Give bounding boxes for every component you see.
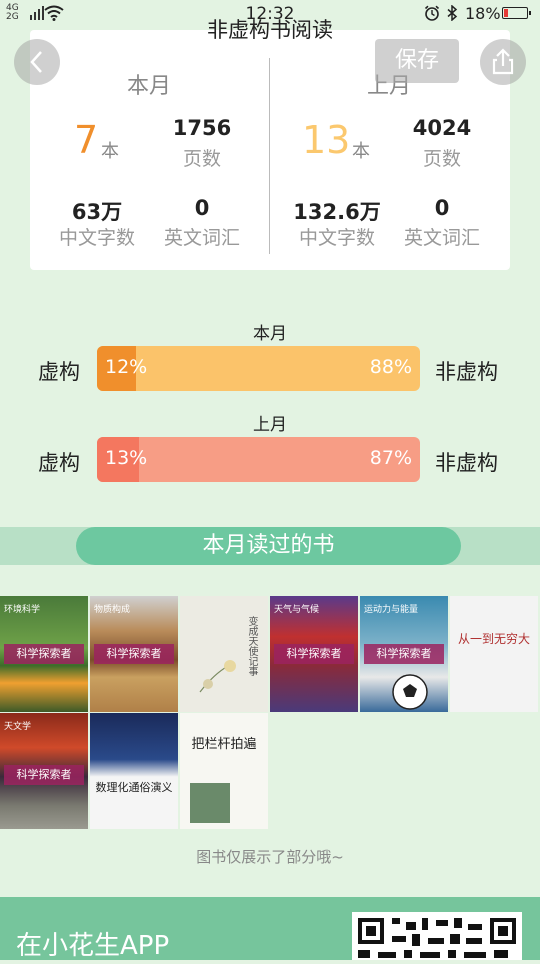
last-month-pages: 4024 xyxy=(412,116,472,140)
last-month-chinese-chars: 132.6万 xyxy=(293,200,381,224)
this-month-english-label: 英文词汇 xyxy=(163,227,240,249)
book-series: 科学探索者 xyxy=(4,765,84,785)
book-series: 科学探索者 xyxy=(4,644,84,664)
last-month-english-label: 英文词汇 xyxy=(403,227,480,249)
last-month-books-unit: 本 xyxy=(352,141,370,162)
last-month-chinese-label: 中文字数 xyxy=(298,227,375,249)
this-month-english-words: 0 xyxy=(194,196,210,220)
this-month-pages-label: 页数 xyxy=(182,148,221,170)
soccer-ball-illustration xyxy=(392,674,428,710)
book-series: 科学探索者 xyxy=(274,644,354,664)
card-divider xyxy=(269,58,270,254)
book-series: 科学探索者 xyxy=(94,644,174,664)
nonfiction-label-last-month: 非虚构 xyxy=(435,451,498,475)
books-section-title: 本月读过的书 xyxy=(76,527,461,565)
fiction-label-this-month: 虚构 xyxy=(38,360,80,384)
back-button[interactable] xyxy=(14,39,60,85)
book-subtitle: 环境科学 xyxy=(4,605,41,615)
ratio-bar-this-month: 12% 88% xyxy=(97,346,420,391)
book-cover[interactable]: 从一到无穷大 xyxy=(450,596,538,712)
share-button[interactable] xyxy=(480,39,526,85)
this-month-chinese-chars: 63万 xyxy=(71,200,123,224)
book-subtitle: 数理化通俗演义 xyxy=(95,781,173,794)
this-month-title: 本月 xyxy=(127,74,172,99)
save-button[interactable]: 保存 xyxy=(375,39,459,83)
nonfiction-percent: 88% xyxy=(369,356,412,378)
ratio-bar-last-month: 13% 87% xyxy=(97,437,420,482)
fiction-percent: 13% xyxy=(105,447,148,469)
flower-illustration xyxy=(199,660,236,693)
last-month-books-count: 13 xyxy=(302,118,351,162)
book-series: 科学探索者 xyxy=(364,644,444,664)
book-subtitle: 物质构成 xyxy=(94,605,131,615)
this-month-chinese-label: 中文字数 xyxy=(58,227,135,249)
book-subtitle: 从一到无穷大 xyxy=(457,632,530,646)
qr-code xyxy=(352,912,522,960)
share-icon xyxy=(492,48,514,75)
page-title: 非虚构书阅读 xyxy=(207,18,333,42)
nonfiction-percent: 87% xyxy=(369,447,412,469)
book-subtitle: 天气与气候 xyxy=(274,605,320,615)
book-cover[interactable]: 运动力与能量 科学探索者 xyxy=(360,596,448,712)
chevron-left-icon xyxy=(30,51,42,73)
qr-code-pattern xyxy=(358,918,516,958)
author-photo xyxy=(190,783,230,823)
book-subtitle: 天文学 xyxy=(4,722,32,732)
book-cover[interactable]: 变成天使记事 xyxy=(180,596,268,712)
books-hint: 图书仅展示了部分哦~ xyxy=(196,848,344,866)
fiction-percent: 12% xyxy=(105,356,148,378)
book-cover[interactable]: 环境科学 科学探索者 xyxy=(0,596,88,712)
book-subtitle: 把栏杆拍遍 xyxy=(191,737,257,752)
book-cover[interactable]: 把栏杆拍遍 xyxy=(180,713,268,829)
footer-text: 在小花生APP xyxy=(16,931,170,961)
ratio-last-month-title: 上月 xyxy=(253,415,287,435)
ratio-this-month-title: 本月 xyxy=(253,324,287,344)
this-month-pages: 1756 xyxy=(172,116,232,140)
this-month-books-unit: 本 xyxy=(101,141,119,162)
this-month-books-count: 7 xyxy=(74,118,99,162)
book-subtitle: 运动力与能量 xyxy=(364,605,419,615)
last-month-english-words: 0 xyxy=(434,196,450,220)
nonfiction-label-this-month: 非虚构 xyxy=(435,360,498,384)
last-month-pages-label: 页数 xyxy=(422,148,461,170)
fiction-label-last-month: 虚构 xyxy=(38,451,80,475)
book-cover[interactable]: 天气与气候 科学探索者 xyxy=(270,596,358,712)
book-cover[interactable]: 天文学 科学探索者 xyxy=(0,713,88,829)
book-cover[interactable]: 数理化通俗演义 xyxy=(90,713,178,829)
book-cover[interactable]: 物质构成 科学探索者 xyxy=(90,596,178,712)
